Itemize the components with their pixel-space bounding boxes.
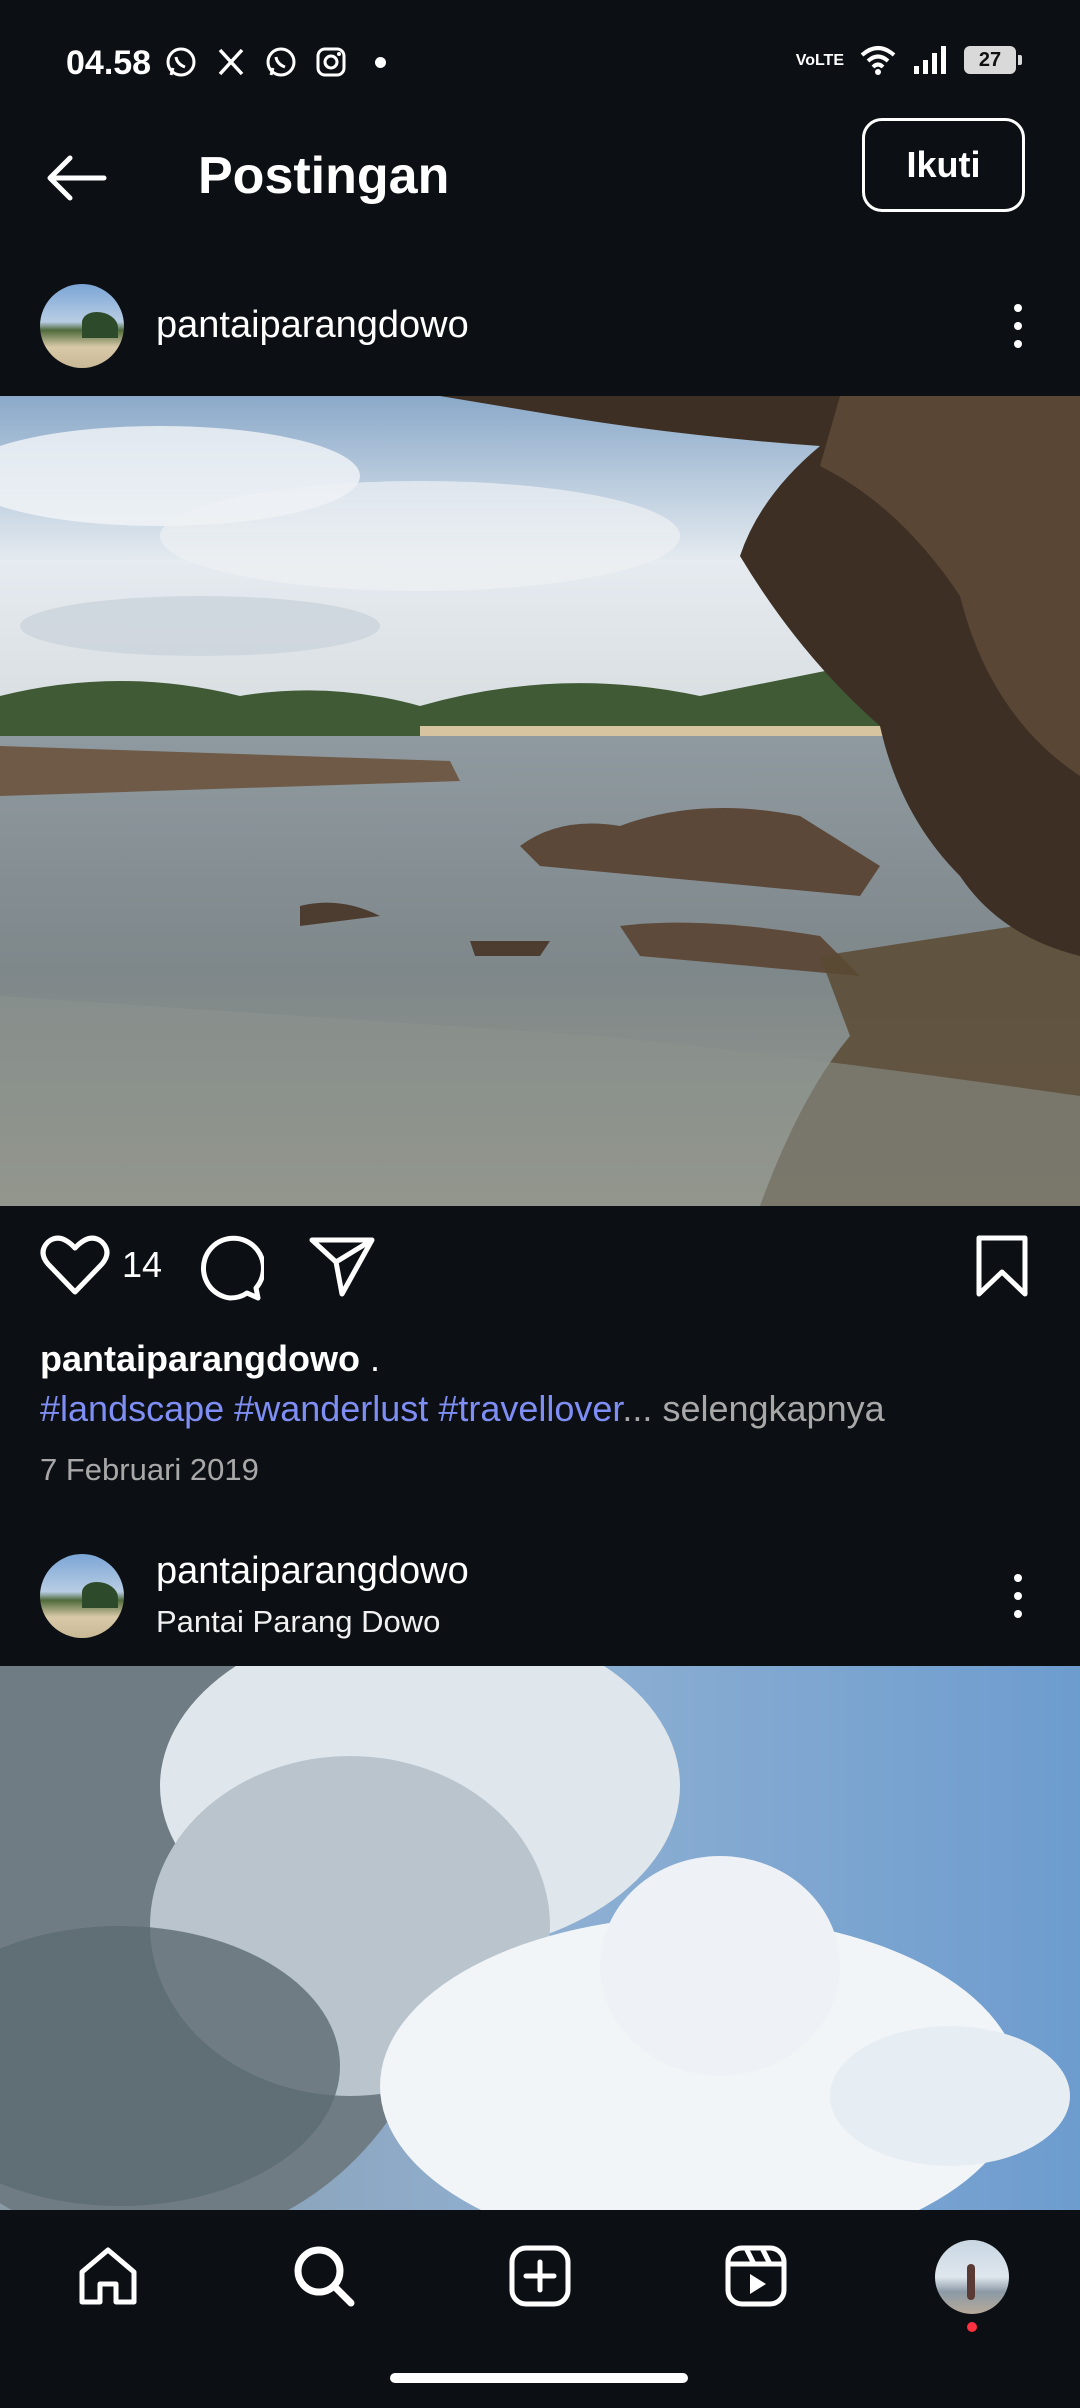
caption-ellipsis: ... (622, 1388, 653, 1429)
x-icon (218, 48, 244, 76)
post-username[interactable]: pantaiparangdowo (156, 304, 469, 347)
caption-username[interactable]: pantaiparangdowo (40, 1338, 360, 1379)
comment-icon (201, 1235, 264, 1301)
system-icons: VoLTE 27 (795, 44, 1022, 76)
save-button[interactable] (974, 1234, 1030, 1298)
hashtag-link[interactable]: #wanderlust (234, 1388, 428, 1429)
home-icon (79, 2247, 137, 2305)
dot (1014, 1610, 1022, 1618)
send-icon (309, 1237, 375, 1297)
signal-icon (914, 46, 946, 74)
profile-notification-dot (967, 2322, 977, 2332)
battery-indicator: 27 (964, 46, 1022, 74)
nav-search[interactable] (284, 2236, 364, 2316)
dot (1014, 340, 1022, 348)
beach-cave-photo (0, 396, 1080, 1206)
like-group: 14 (40, 1234, 162, 1296)
top-header: Postingan Ikuti (0, 118, 1080, 238)
heart-icon[interactable] (40, 1234, 110, 1296)
hashtag-link[interactable]: #landscape (40, 1388, 224, 1429)
post-date: 7 Februari 2019 (40, 1452, 259, 1487)
like-count[interactable]: 14 (122, 1244, 162, 1286)
volte-label: VoLTE (795, 51, 844, 69)
post-username[interactable]: pantaiparangdowo (156, 1550, 469, 1593)
create-icon (509, 2245, 571, 2307)
dot (1014, 304, 1022, 312)
follow-button[interactable]: Ikuti (862, 118, 1025, 212)
search-icon (294, 2246, 355, 2307)
avatar[interactable] (40, 284, 124, 368)
status-time: 04.58 (66, 44, 152, 82)
caption-text: . (360, 1338, 381, 1379)
wifi-icon (860, 46, 896, 75)
reels-icon (725, 2245, 787, 2307)
status-bar: 04.58 VoLTE 27 (0, 0, 1080, 120)
caption-hashtags: #landscape #wanderlust #travellover... s… (40, 1388, 885, 1430)
more-options-button[interactable] (1000, 296, 1036, 356)
post-image[interactable] (0, 396, 1080, 1206)
post-actions: 14 (0, 1228, 1080, 1312)
post-header: pantaiparangdowo Pantai Parang Dowo (0, 1536, 1080, 1656)
dot (1014, 1592, 1022, 1600)
more-notifications-dot (375, 56, 386, 68)
nav-profile-avatar[interactable] (935, 2240, 1009, 2314)
hashtag-link[interactable]: #travellover (438, 1388, 622, 1429)
caption-line: pantaiparangdowo . (40, 1338, 380, 1380)
post-header: pantaiparangdowo (0, 262, 1080, 382)
nav-reels[interactable] (716, 2236, 796, 2316)
home-indicator[interactable] (390, 2373, 688, 2383)
post-image[interactable] (0, 1666, 1080, 2211)
nav-create[interactable] (500, 2236, 580, 2316)
bookmark-icon (976, 1235, 1028, 1297)
avatar[interactable] (40, 1554, 124, 1638)
comment-button[interactable] (196, 1234, 264, 1302)
page-title: Postingan (198, 147, 450, 205)
dot (1014, 322, 1022, 330)
instagram-icon (316, 47, 346, 77)
post-location[interactable]: Pantai Parang Dowo (156, 1604, 440, 1640)
arrow-left-icon (47, 155, 107, 201)
notification-icons (163, 44, 386, 80)
nav-home[interactable] (68, 2236, 148, 2316)
share-button[interactable] (308, 1234, 376, 1298)
whatsapp-icon (266, 47, 296, 77)
dot (1014, 1574, 1022, 1582)
more-options-button[interactable] (1000, 1566, 1036, 1626)
whatsapp-icon (166, 47, 196, 77)
back-button[interactable] (40, 148, 112, 208)
see-more-link[interactable]: selengkapnya (662, 1388, 884, 1429)
cloud-sky-photo (0, 1666, 1080, 2211)
